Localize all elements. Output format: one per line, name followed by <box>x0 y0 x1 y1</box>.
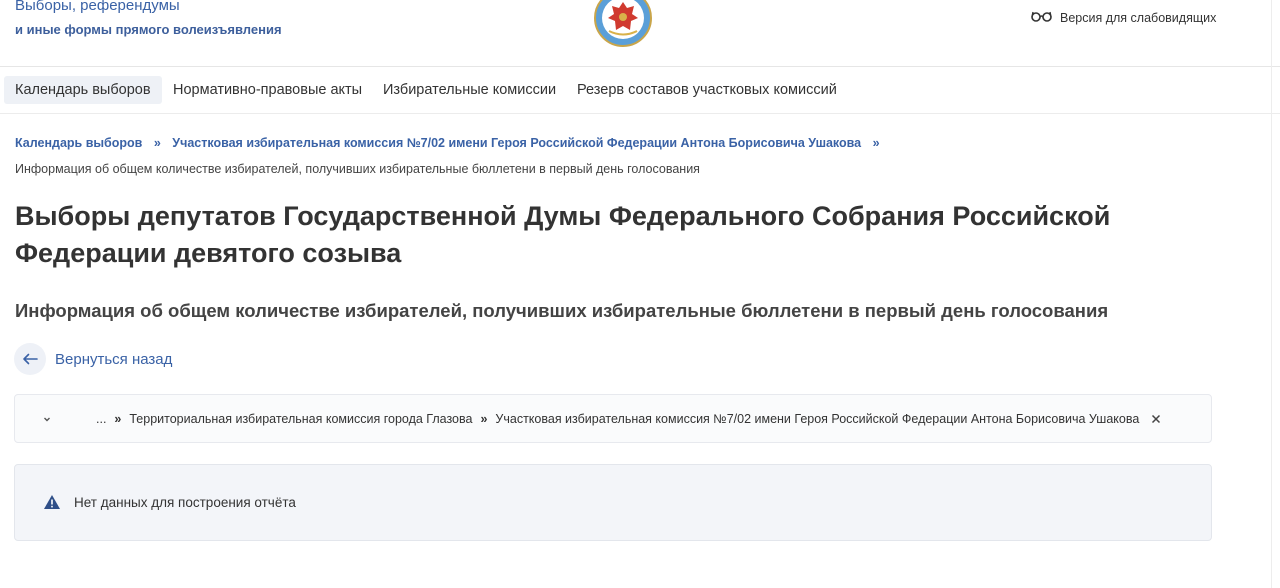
back-button[interactable]: Вернуться назад <box>14 343 172 375</box>
breadcrumb-separator: » <box>153 136 161 150</box>
close-icon[interactable] <box>1150 413 1162 425</box>
site-title-line1: Выборы, референдумы <box>15 0 180 14</box>
nav-item-commissions[interactable]: Избирательные комиссии <box>372 76 567 104</box>
no-data-notice: Нет данных для построения отчёта <box>14 464 1212 541</box>
site-title-link[interactable]: Выборы, референдумы и иные формы прямого… <box>15 0 282 40</box>
path-ellipsis[interactable]: ... <box>96 412 106 426</box>
nav-item-reserve[interactable]: Резерв составов участковых комиссий <box>566 76 848 104</box>
commission-path: ... » Территориальная избирательная коми… <box>96 395 1162 442</box>
cik-emblem-icon[interactable] <box>592 0 654 48</box>
breadcrumb-link-calendar[interactable]: Календарь выборов <box>15 136 142 150</box>
breadcrumb-current: Информация об общем количестве избирател… <box>15 162 700 176</box>
main-nav: Календарь выборов Нормативно-правовые ак… <box>0 67 1280 114</box>
report-subtitle: Информация об общем количестве избирател… <box>15 300 1109 321</box>
chevron-down-icon[interactable] <box>40 412 54 426</box>
path-separator: » <box>480 411 488 426</box>
nav-item-calendar[interactable]: Календарь выборов <box>4 76 162 104</box>
back-label: Вернуться назад <box>55 350 173 368</box>
site-header: Выборы, референдумы и иные формы прямого… <box>0 0 1280 67</box>
breadcrumb-link-commission[interactable]: Участковая избирательная комиссия №7/02 … <box>172 136 861 150</box>
low-vision-version-link[interactable]: Версия для слабовидящих <box>1031 9 1216 27</box>
low-vision-label: Версия для слабовидящих <box>1060 11 1217 25</box>
arrow-left-icon <box>14 343 46 375</box>
breadcrumb: Календарь выборов » Участковая избирател… <box>15 136 888 150</box>
nav-item-legal-acts[interactable]: Нормативно-правовые акты <box>162 76 373 104</box>
no-data-text: Нет данных для построения отчёта <box>74 495 296 510</box>
site-title-line2: и иные формы прямого волеизъявления <box>15 22 282 37</box>
path-item-territorial-commission[interactable]: Территориальная избирательная комиссия г… <box>129 412 472 426</box>
commission-filter-bar: ... » Территориальная избирательная коми… <box>14 394 1212 443</box>
path-item-precinct-commission[interactable]: Участковая избирательная комиссия №7/02 … <box>495 412 1139 426</box>
breadcrumb-separator: » <box>872 136 880 150</box>
warning-icon <box>43 494 61 510</box>
page-title: Выборы депутатов Государственной Думы Фе… <box>15 201 1111 268</box>
page-divider <box>1271 0 1272 588</box>
path-separator: » <box>114 411 122 426</box>
glasses-icon <box>1031 9 1052 27</box>
